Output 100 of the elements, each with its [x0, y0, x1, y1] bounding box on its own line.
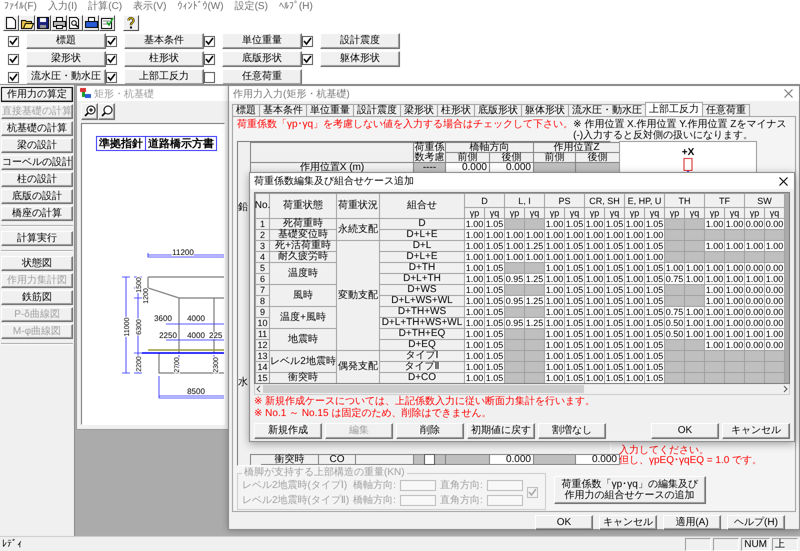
action-button[interactable]: 削除 [396, 423, 464, 439]
table-cell: 0.75 [665, 274, 684, 284]
sidebar-button[interactable]: 柱の設計 [1, 172, 73, 187]
checkbox[interactable] [8, 36, 19, 46]
dialog-button[interactable]: 適用(A) [663, 515, 721, 530]
table-cell: 1.05 [645, 263, 664, 273]
checkbox[interactable] [302, 36, 313, 46]
print-setup-button[interactable] [83, 15, 99, 31]
checkbox[interactable] [204, 54, 215, 64]
menu-item[interactable]: 入力(I) [48, 0, 78, 14]
tab[interactable]: 設計震度 [353, 104, 401, 116]
zoom-out-button[interactable] [98, 102, 115, 120]
scrollbar-thumb[interactable] [263, 385, 584, 393]
close-icon [778, 176, 788, 186]
edit-factors-button[interactable]: 荷重係数「γp･γq」の編集及び作用力の組合せケースの追加 [554, 476, 706, 504]
sidebar-button[interactable]: 底版の設計 [1, 189, 73, 204]
table-cell: 0.50 [665, 329, 684, 339]
section-button[interactable]: 梁形状 [26, 51, 106, 67]
table-cell: 1.00 [465, 263, 484, 273]
tab[interactable]: 単位重量 [306, 104, 354, 116]
dialog-button[interactable]: OK [535, 515, 593, 530]
checkbox[interactable] [424, 454, 435, 465]
section-button[interactable]: 設計震度 [320, 33, 400, 49]
sidebar-button[interactable]: 杭基礎の計算 [1, 121, 73, 136]
section-button[interactable]: 上部工反力 [124, 69, 204, 85]
column-header: γq [685, 208, 704, 218]
open-button[interactable] [19, 15, 35, 31]
menu-item[interactable]: ﾍﾙﾌﾟ(H) [278, 0, 313, 14]
new-file-button[interactable] [3, 15, 19, 31]
section-button[interactable]: 基本条件 [124, 33, 204, 49]
menu-item[interactable]: ﾌｧｲﾙ(F) [4, 0, 37, 14]
sidebar-button[interactable]: 鉄筋図 [1, 290, 73, 305]
menu-item[interactable]: 設定(S) [234, 0, 268, 14]
print-button[interactable] [51, 15, 67, 31]
table-cell: 1.00 [625, 318, 644, 328]
sidebar-button[interactable]: 計算実行 [1, 231, 73, 246]
checkbox[interactable] [106, 72, 117, 82]
table-cell: 1.00 [625, 263, 644, 273]
disabled-cell [685, 285, 704, 295]
table-cell: 1.00 [705, 329, 724, 339]
sidebar-button[interactable]: コーベルの設計 [1, 155, 73, 170]
checkbox[interactable] [106, 36, 117, 46]
checkbox[interactable] [204, 36, 215, 46]
disabled-cell [725, 252, 744, 262]
action-button[interactable]: 割増なし [538, 423, 606, 439]
checkbox[interactable] [106, 54, 117, 64]
tab[interactable]: 柱形状 [437, 104, 475, 116]
table-cell: 0.00 [765, 263, 784, 273]
dialog-button[interactable]: キャンセル [599, 515, 657, 530]
sidebar-button[interactable]: 状態図 [1, 256, 73, 271]
dialog-button[interactable]: ヘルプ(H) [727, 515, 785, 530]
table-cell: 1.25 [525, 318, 544, 328]
row-header: 耐久疲労時 [270, 252, 336, 262]
help-button[interactable] [123, 15, 139, 31]
table-cell: 1.05 [645, 329, 664, 339]
section-button[interactable]: 底版形状 [222, 51, 302, 67]
checkbox[interactable] [8, 72, 19, 82]
menu-item[interactable]: 計算(C) [88, 0, 122, 14]
menu-item[interactable]: ｳｨﾝﾄﾞｳ(W) [177, 0, 224, 14]
ok-button[interactable]: OK [651, 423, 719, 439]
tab[interactable]: 躯体形状 [521, 104, 569, 116]
table-cell: 1.05 [605, 340, 624, 350]
edit-button[interactable] [99, 15, 115, 31]
section-button[interactable]: 単位重量 [222, 33, 302, 49]
section-button[interactable]: 標題 [26, 33, 106, 49]
tab[interactable]: 標題 [232, 104, 260, 116]
section-button[interactable]: 柱形状 [124, 51, 204, 67]
checkbox[interactable] [204, 72, 215, 82]
checkbox[interactable] [8, 54, 19, 64]
section-button[interactable]: 躯体形状 [320, 51, 400, 67]
tab[interactable]: 上部工反力 [645, 102, 703, 116]
disabled-cell [745, 362, 764, 372]
sidebar-button[interactable]: 橋座の計算 [1, 206, 73, 221]
cancel-button[interactable]: キャンセル [722, 423, 790, 439]
sidebar-button[interactable]: 作用力の算定 [1, 87, 73, 102]
tab[interactable]: 流水圧・動水圧 [568, 104, 646, 116]
row-header: 変動支配 [337, 241, 379, 350]
save-button[interactable] [35, 15, 51, 31]
table-cell: 1.05 [485, 373, 504, 383]
checkbox[interactable] [302, 54, 313, 64]
action-button[interactable]: 新規作成 [254, 423, 322, 439]
action-button[interactable]: 初期値に戻す [467, 423, 535, 439]
zoom-in-button[interactable] [81, 102, 98, 120]
disabled-cell [765, 230, 784, 240]
close-button[interactable] [776, 175, 790, 187]
table-cell: ---- [414, 163, 446, 173]
sidebar-button[interactable]: 梁の設計 [1, 138, 73, 153]
preview-button[interactable] [67, 15, 83, 31]
window-title: 荷重係数編集及び組合せケース追加 [254, 174, 414, 188]
tab[interactable]: 梁形状 [400, 104, 438, 116]
scrollbar[interactable] [254, 384, 790, 395]
section-button[interactable]: 任意荷重 [222, 69, 302, 85]
tab[interactable]: 基本条件 [259, 104, 307, 116]
table-cell: 1.00 [565, 230, 584, 240]
tab[interactable]: 底版形状 [474, 104, 522, 116]
row-number: 3 [256, 241, 269, 251]
tab[interactable]: 任意荷重 [702, 104, 750, 116]
menu-item[interactable]: 表示(V) [133, 0, 166, 14]
section-button[interactable]: 流水圧・動水圧 [26, 69, 106, 85]
column-header: 橋軸方向 [446, 143, 534, 153]
